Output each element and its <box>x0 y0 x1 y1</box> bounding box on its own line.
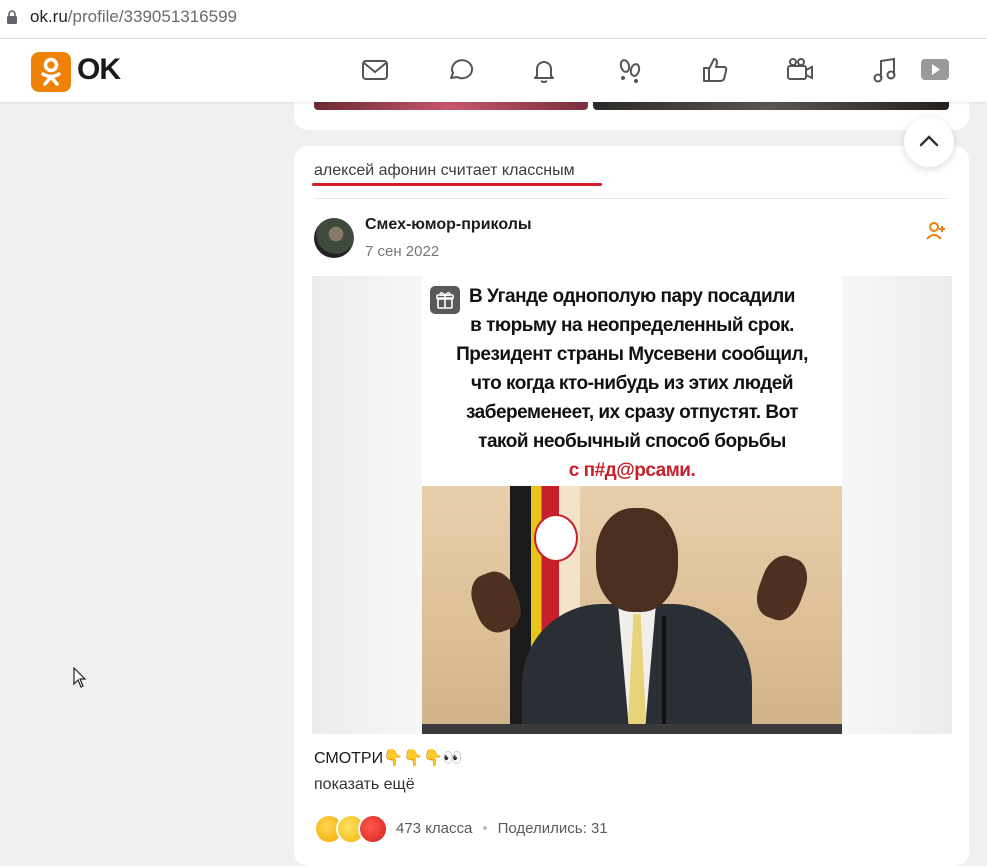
shares-count[interactable]: Поделились: 31 <box>498 820 608 837</box>
feed-post-card: алексей афонин считает классным Смех-юмо… <box>294 146 969 866</box>
mail-icon[interactable] <box>360 55 390 85</box>
microphone <box>662 616 666 734</box>
post-caption: СМОТРИ👇👇👇👀 <box>314 750 463 767</box>
url-text[interactable]: ok.ru/profile/339051316599 <box>30 7 237 27</box>
meme-line: В Уганде однополую пару посадили <box>469 286 795 307</box>
url-domain: ok.ru <box>30 7 68 26</box>
head <box>596 508 678 612</box>
group-name-link[interactable]: Смех-юмор-приколы <box>365 216 532 234</box>
scroll-to-top-button[interactable] <box>904 117 954 167</box>
browser-address-bar[interactable]: ok.ru/profile/339051316599 <box>0 0 987 39</box>
meme-line: забеременеет, их сразу отпустят. Вот <box>465 402 799 423</box>
group-avatar[interactable] <box>314 218 354 258</box>
meme-image: В Уганде однополую пару посадили в тюрьм… <box>422 276 842 734</box>
reaction-icons[interactable] <box>314 814 394 844</box>
add-friend-icon[interactable] <box>925 220 947 242</box>
guests-icon[interactable] <box>615 55 645 85</box>
meme-line: Президент страны Мусевени сообщил, <box>456 344 808 365</box>
video-player-icon[interactable] <box>920 55 950 85</box>
notifications-icon[interactable] <box>529 55 559 85</box>
meme-line: с п#д@рсами. <box>568 460 696 481</box>
likes-icon[interactable] <box>700 55 730 85</box>
lock-icon <box>7 10 17 24</box>
meme-line: такой необычный способ борьбы <box>478 431 786 452</box>
divider <box>314 198 949 199</box>
logo-text[interactable]: OK <box>77 53 121 87</box>
red-underline-annotation <box>312 183 602 186</box>
video-icon[interactable] <box>785 55 815 85</box>
meme-text: В Уганде однополую пару посадили в тюрьм… <box>430 282 834 485</box>
music-icon[interactable] <box>870 55 900 85</box>
image-bottom-bar <box>422 724 842 734</box>
meme-line: в тюрьму на неопределенный срок. <box>470 315 794 336</box>
meme-photo <box>422 486 842 734</box>
show-more-link[interactable]: показать ещё <box>314 776 415 794</box>
meme-line: что когда кто-нибудь из этих людей <box>470 373 794 394</box>
url-path: /profile/339051316599 <box>67 7 237 26</box>
mouse-cursor-icon <box>73 667 87 688</box>
post-date[interactable]: 7 сен 2022 <box>365 243 439 260</box>
ok-logo-icon[interactable] <box>31 52 71 92</box>
gift-icon[interactable] <box>430 286 460 314</box>
post-stats: 473 класса • Поделились: 31 <box>396 820 608 837</box>
flag-emblem <box>534 514 578 562</box>
separator-dot: • <box>482 820 488 837</box>
likes-count[interactable]: 473 класса <box>396 820 472 837</box>
wow-reaction-icon <box>358 814 388 844</box>
chevron-up-icon <box>919 135 939 147</box>
post-image[interactable]: В Уганде однополую пару посадили в тюрьм… <box>312 276 952 734</box>
discussions-icon[interactable] <box>445 55 475 85</box>
site-header: OK <box>0 39 987 102</box>
hand <box>750 550 814 626</box>
liked-by-text[interactable]: алексей афонин считает классным <box>314 162 575 180</box>
